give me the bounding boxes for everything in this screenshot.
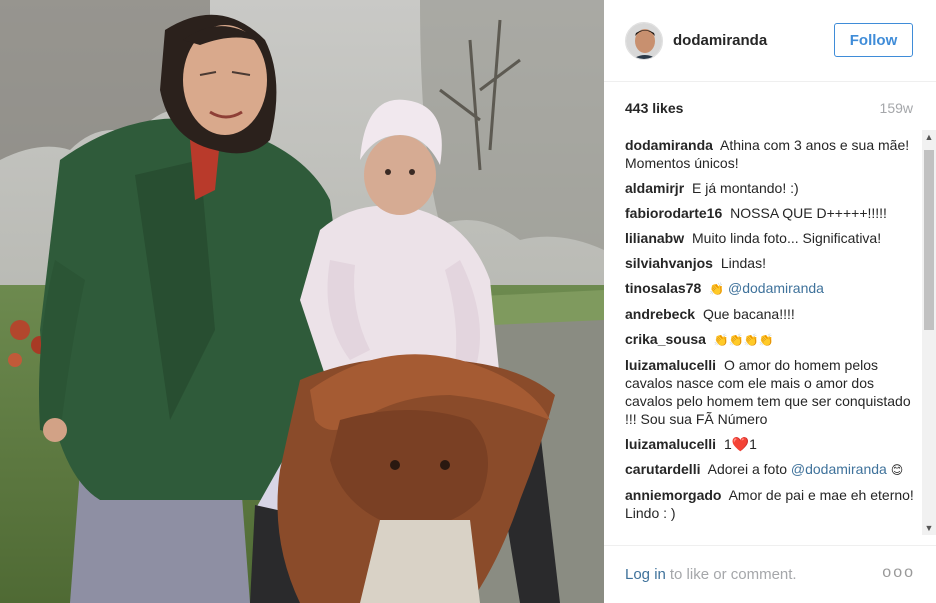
comment-username[interactable]: anniemorgado <box>625 487 721 503</box>
comment-item: anniemorgado Amor de pai e mae eh eterno… <box>625 486 917 522</box>
comment-item: lilianabw Muito linda foto... Significat… <box>625 229 917 247</box>
comment-username[interactable]: fabiorodarte16 <box>625 205 722 221</box>
comment-item: luizamalucelli 1❤️1 <box>625 435 917 453</box>
footer-text: to like or comment. <box>669 566 797 583</box>
comment-mention[interactable]: @dodamiranda <box>728 280 824 296</box>
comment-username[interactable]: luizamalucelli <box>625 357 716 373</box>
post-footer: Log in to like or comment. ooo <box>604 545 936 603</box>
post-meta: 443 likes 159w <box>625 100 913 120</box>
comment-item: dodamiranda Athina com 3 anos e sua mãe!… <box>625 136 917 172</box>
comment-item: luizamalucelli O amor do homem pelos cav… <box>625 356 917 428</box>
comment-username[interactable]: tinosalas78 <box>625 280 701 296</box>
comment-username[interactable]: silviahvanjos <box>625 255 713 271</box>
more-options-icon[interactable]: ooo <box>882 564 915 582</box>
clap-icons: 👏👏👏👏 <box>713 333 774 347</box>
comments-scrollbar[interactable]: ▲ ▼ <box>922 130 936 535</box>
comment-username[interactable]: aldamirjr <box>625 180 684 196</box>
avatar[interactable] <box>625 21 663 60</box>
comment-item: crika_sousa 👏👏👏👏 <box>625 330 917 349</box>
comment-username[interactable]: dodamiranda <box>625 137 713 153</box>
comment-text: E já montando! :) <box>692 180 799 196</box>
comment-username[interactable]: andrebeck <box>625 306 695 322</box>
comment-item: carutardelli Adorei a foto @dodamiranda … <box>625 460 917 479</box>
comment-item: tinosalas78 👏 @dodamiranda <box>625 279 917 298</box>
comment-text: NOSSA QUE D+++++!!!!! <box>730 205 887 221</box>
comment-item: aldamirjr E já montando! :) <box>625 179 917 197</box>
comment-text: 1❤️1 <box>723 436 757 452</box>
comment-mention[interactable]: @dodamiranda <box>791 461 887 477</box>
comment-text: Lindas! <box>720 255 766 271</box>
instagram-post: dodamiranda Follow 443 likes 159w dodami… <box>0 0 936 603</box>
comment-list: dodamiranda Athina com 3 anos e sua mãe!… <box>625 136 917 536</box>
post-header: dodamiranda Follow <box>604 0 936 82</box>
comment-text: Que bacana!!!! <box>702 306 795 322</box>
comment-username[interactable]: crika_sousa <box>625 331 706 347</box>
comment-text: Muito linda foto... Significativa! <box>692 230 882 246</box>
photo-illustration <box>0 0 604 603</box>
clap-icon: 👏 <box>709 282 725 296</box>
avatar-image <box>626 22 662 59</box>
comment-username[interactable]: luizamalucelli <box>625 436 716 452</box>
smile-icon: 😊 <box>890 463 904 477</box>
comment-item: silviahvanjos Lindas! <box>625 254 917 272</box>
post-username[interactable]: dodamiranda <box>673 32 767 49</box>
scroll-thumb[interactable] <box>924 150 934 330</box>
post-sidebar: dodamiranda Follow 443 likes 159w dodami… <box>604 0 936 603</box>
post-age[interactable]: 159w <box>880 100 913 120</box>
scroll-up-icon[interactable]: ▲ <box>922 130 936 144</box>
scroll-down-icon[interactable]: ▼ <box>922 521 936 535</box>
comment-text: Adorei a foto <box>707 461 787 477</box>
comment-username[interactable]: carutardelli <box>625 461 700 477</box>
comment-item: andrebeck Que bacana!!!! <box>625 305 917 323</box>
comment-item: fabiorodarte16 NOSSA QUE D+++++!!!!! <box>625 204 917 222</box>
post-photo[interactable] <box>0 0 604 603</box>
follow-button[interactable]: Follow <box>834 23 913 57</box>
login-link[interactable]: Log in <box>625 566 666 583</box>
likes-count[interactable]: 443 likes <box>625 100 683 120</box>
comment-username[interactable]: lilianabw <box>625 230 684 246</box>
